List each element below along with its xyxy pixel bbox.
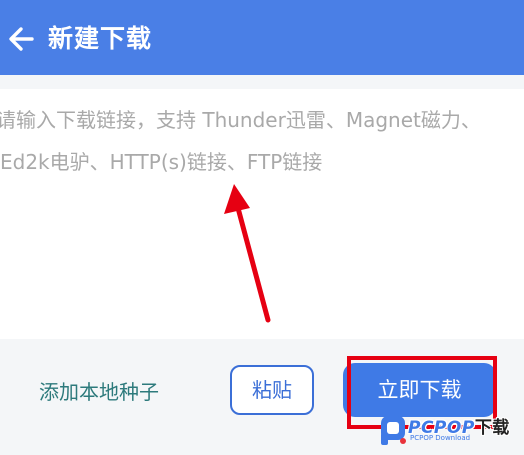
arrow-left-icon[interactable] [6, 24, 36, 54]
divider [0, 75, 524, 89]
watermark-subtitle: PCPOP Download [410, 434, 471, 442]
download-now-button[interactable]: 立即下载 [343, 363, 496, 417]
page-title: 新建下载 [48, 24, 153, 53]
download-link-input[interactable] [0, 89, 524, 339]
pcpop-logo-icon [381, 416, 406, 445]
add-local-seed-link[interactable]: 添加本地种子 [39, 376, 159, 405]
watermark: PCPOP下载 PCPOP Download [376, 411, 524, 455]
paste-button[interactable]: 粘贴 [230, 365, 314, 415]
app-bar: 新建下载 [0, 0, 524, 75]
